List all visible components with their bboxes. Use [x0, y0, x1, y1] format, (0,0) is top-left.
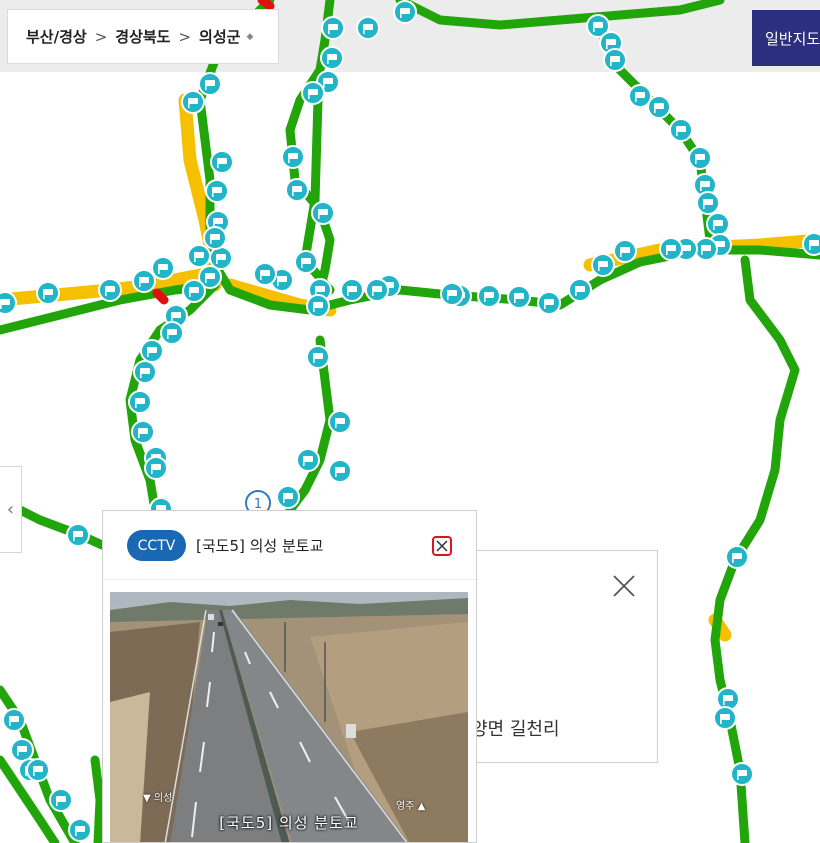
cctv-badge: CCTV — [127, 530, 186, 561]
cctv-marker-icon[interactable] — [0, 291, 17, 315]
cctv-video[interactable]: ▼ 의성 영주 ▲ [국도5] 의성 분토교 — [110, 592, 468, 842]
cctv-marker-icon[interactable] — [281, 145, 305, 169]
cctv-marker-icon[interactable] — [151, 256, 175, 280]
breadcrumb-province[interactable]: 경상북도 — [115, 26, 170, 47]
breadcrumb-county[interactable]: 의성군 — [199, 26, 240, 47]
cctv-marker-icon[interactable] — [133, 360, 157, 384]
cctv-marker-icon[interactable] — [568, 278, 592, 302]
cctv-marker-icon[interactable] — [205, 179, 229, 203]
cctv-marker-icon[interactable] — [132, 269, 156, 293]
popup-close-button[interactable] — [432, 536, 452, 556]
cctv-marker-icon[interactable] — [10, 738, 34, 762]
breadcrumb[interactable]: 부산/경상 > 경상북도 > 의성군 ◆ — [7, 9, 279, 64]
cctv-marker-icon[interactable] — [603, 48, 627, 72]
breadcrumb-separator: > — [94, 27, 108, 46]
cctv-marker-icon[interactable] — [144, 456, 168, 480]
cctv-marker-icon[interactable] — [294, 250, 318, 274]
cctv-marker-icon[interactable] — [181, 90, 205, 114]
cctv-marker-icon[interactable] — [440, 282, 464, 306]
breadcrumb-separator: > — [178, 27, 192, 46]
cctv-marker-icon[interactable] — [477, 284, 501, 308]
video-caption: [국도5] 의성 분토교 — [219, 814, 359, 832]
cctv-marker-icon[interactable] — [393, 0, 417, 24]
direction-left-text: 의성 — [153, 793, 173, 804]
cctv-marker-icon[interactable] — [98, 278, 122, 302]
traffic-map[interactable]: 1 부산/경상 > 경상북도 > 의성군 ◆ 일반지도 ‹ 양면 길천리 CCT… — [0, 0, 820, 843]
cctv-marker-icon[interactable] — [647, 95, 671, 119]
cctv-title: [국도5] 의성 분토교 — [196, 537, 324, 555]
cctv-marker-icon[interactable] — [140, 339, 164, 363]
cctv-marker-icon[interactable] — [328, 410, 352, 434]
close-icon — [436, 540, 448, 552]
direction-label-left: ▼ 의성 — [143, 793, 173, 804]
cctv-marker-icon[interactable] — [210, 150, 234, 174]
sidebar-toggle[interactable]: ‹ — [0, 466, 22, 553]
cctv-marker-icon[interactable] — [669, 118, 693, 142]
cctv-popup-header: CCTV [국도5] 의성 분토교 — [103, 511, 476, 580]
direction-right-text: 영주 — [396, 801, 415, 812]
cctv-popup: CCTV [국도5] 의성 분토교 ▼ 의성 영주 ▲ [국도5] 의성 분토교 — [102, 510, 477, 843]
location-address: 양면 길천리 — [471, 719, 560, 740]
cctv-marker-icon[interactable] — [696, 191, 720, 215]
cctv-marker-icon[interactable] — [802, 232, 820, 256]
dropdown-icon[interactable]: ◆ — [246, 32, 253, 42]
location-info-panel: 양면 길천리 — [470, 550, 658, 763]
direction-label-right: 영주 ▲ — [396, 801, 426, 812]
cctv-marker-icon[interactable] — [340, 278, 364, 302]
cctv-marker-icon[interactable] — [285, 178, 309, 202]
cctv-marker-icon[interactable] — [296, 448, 320, 472]
cctv-marker-icon[interactable] — [730, 762, 754, 786]
chevron-left-icon: ‹ — [6, 499, 15, 520]
cctv-marker-icon[interactable] — [688, 146, 712, 170]
cctv-marker-icon[interactable] — [160, 321, 184, 345]
cctv-marker-icon[interactable] — [306, 345, 330, 369]
cctv-marker-icon[interactable] — [253, 262, 277, 286]
cctv-marker-icon[interactable] — [725, 545, 749, 569]
cctv-marker-icon[interactable] — [507, 285, 531, 309]
cctv-marker-icon[interactable] — [306, 294, 330, 318]
cctv-marker-icon[interactable] — [2, 708, 26, 732]
cctv-marker-icon[interactable] — [659, 237, 683, 261]
cctv-marker-icon[interactable] — [128, 390, 152, 414]
cctv-marker-icon[interactable] — [365, 278, 389, 302]
cctv-marker-icon[interactable] — [66, 523, 90, 547]
cctv-marker-icon[interactable] — [537, 291, 561, 315]
cctv-marker-icon[interactable] — [26, 758, 50, 782]
cctv-marker-icon[interactable] — [356, 16, 380, 40]
cctv-marker-icon[interactable] — [198, 72, 222, 96]
cctv-marker-icon[interactable] — [591, 253, 615, 277]
breadcrumb-region[interactable]: 부산/경상 — [26, 26, 87, 47]
cctv-marker-icon[interactable] — [328, 459, 352, 483]
cctv-marker-icon[interactable] — [694, 237, 718, 261]
cctv-marker-icon[interactable] — [713, 706, 737, 730]
cctv-marker-icon[interactable] — [131, 420, 155, 444]
cctv-marker-icon[interactable] — [311, 201, 335, 225]
cctv-marker-icon[interactable] — [203, 226, 227, 250]
cctv-marker-icon[interactable] — [321, 16, 345, 40]
cctv-marker-icon[interactable] — [301, 81, 325, 105]
cctv-marker-icon[interactable] — [182, 279, 206, 303]
cctv-marker-icon[interactable] — [68, 818, 92, 842]
map-type-button[interactable]: 일반지도 — [752, 10, 820, 66]
close-icon[interactable] — [611, 573, 637, 599]
cctv-marker-icon[interactable] — [36, 281, 60, 305]
cctv-marker-icon[interactable] — [613, 239, 637, 263]
cctv-marker-icon[interactable] — [187, 244, 211, 268]
cctv-marker-icon[interactable] — [49, 788, 73, 812]
cctv-marker-icon[interactable] — [320, 46, 344, 70]
cctv-marker-icon[interactable] — [276, 485, 300, 509]
cctv-marker-icon[interactable] — [706, 212, 730, 236]
